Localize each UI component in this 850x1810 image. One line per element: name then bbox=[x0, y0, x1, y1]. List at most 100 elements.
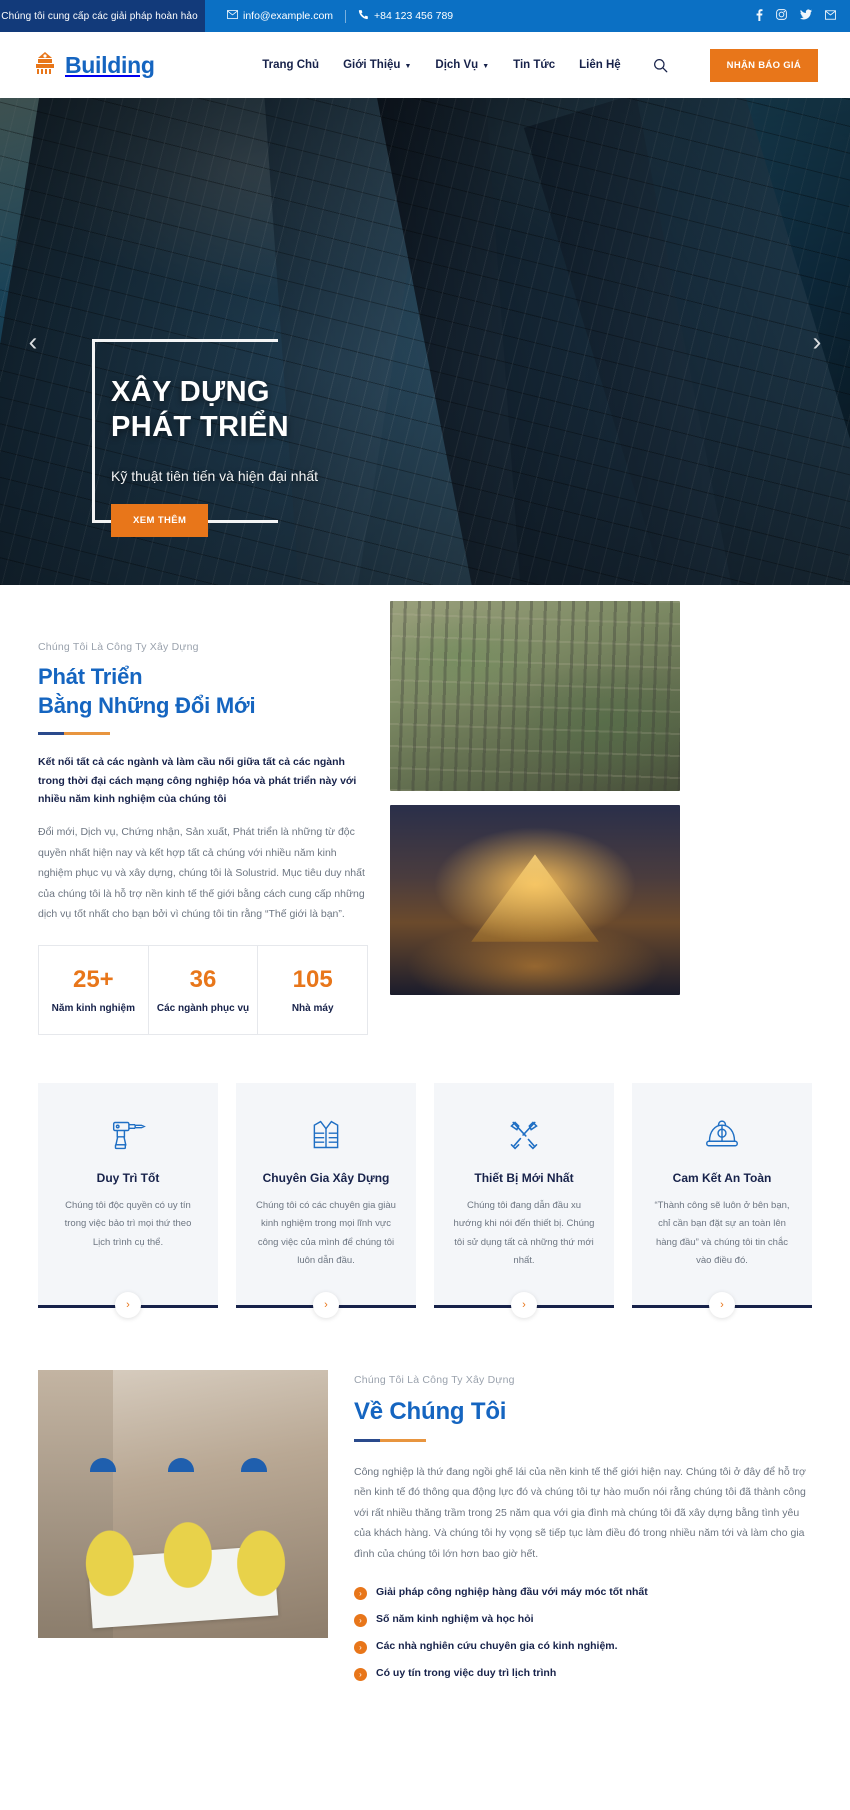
stat-label: Năm kinh nghiệm bbox=[51, 1002, 136, 1014]
get-quote-button[interactable]: NHẬN BÁO GIÁ bbox=[709, 48, 818, 82]
building-logo-icon bbox=[32, 50, 58, 81]
list-item-label: Số năm kinh nghiệm và học hỏi bbox=[376, 1613, 534, 1626]
nav-item-tin-tuc[interactable]: Tin Tức bbox=[513, 59, 555, 71]
about-us-paragraph: Công nghiệp là thứ đang ngồi ghế lái của… bbox=[354, 1465, 806, 1560]
stat-item: 25+ Năm kinh nghiệm bbox=[39, 945, 149, 1034]
hero-next-arrow-icon[interactable]: › bbox=[800, 326, 834, 357]
logo-link[interactable]: Building bbox=[32, 50, 155, 81]
top-bar-tagline: Chúng tôi cung cấp các giải pháp hoàn hả… bbox=[0, 0, 205, 32]
stats-row: 25+ Năm kinh nghiệm 36 Các ngành phục vụ… bbox=[38, 944, 368, 1035]
feature-next-arrow-icon[interactable]: › bbox=[709, 1291, 735, 1318]
stat-item: 36 Các ngành phục vụ bbox=[149, 945, 259, 1034]
title-underline bbox=[354, 1438, 812, 1442]
feature-title: Cam Kết An Toàn bbox=[672, 1170, 772, 1185]
nav-item-dich-vu[interactable]: Dịch Vụ ▼ bbox=[435, 59, 489, 71]
email-text: info@example.com bbox=[243, 10, 334, 22]
stat-item: 105 Nhà máy bbox=[258, 946, 367, 1034]
nav-item-trang-chu[interactable]: Trang Chủ bbox=[262, 59, 319, 71]
workers-blueprint-photo bbox=[38, 1369, 328, 1638]
safety-vest-icon bbox=[254, 1113, 398, 1157]
feature-title: Duy Trì Tốt bbox=[96, 1170, 160, 1185]
envelope-social-icon[interactable] bbox=[825, 9, 836, 23]
blueprint-decor bbox=[87, 1545, 278, 1629]
feature-cards: Duy Trì Tốt Chúng tôi độc quyền có uy tí… bbox=[0, 1082, 850, 1318]
top-bar-contact: info@example.com +84 123 456 789 bbox=[205, 0, 850, 32]
helmets-decor bbox=[61, 1423, 305, 1472]
instagram-icon[interactable] bbox=[776, 9, 787, 23]
site-header: Building Trang Chủ Giới Thiệu ▼ Dịch Vụ … bbox=[0, 32, 850, 98]
phone-text: +84 123 456 789 bbox=[374, 10, 454, 22]
hero-title: XÂY DỰNG PHÁT TRIỂN bbox=[111, 375, 541, 446]
about-us-text-column: Chúng Tôi Là Công Ty Xây Dựng Về Chúng T… bbox=[354, 1370, 812, 1695]
nav-label: Tin Tức bbox=[513, 59, 556, 71]
develop-paragraph: Đổi mới, Dịch vụ, Chứng nhận, Sản xuất, … bbox=[38, 826, 365, 921]
twitter-icon[interactable] bbox=[800, 9, 812, 23]
brand-name: Building bbox=[65, 51, 155, 78]
check-arrow-icon: › bbox=[354, 1614, 367, 1628]
about-us-section: Chúng Tôi Là Công Ty Xây Dựng Về Chúng T… bbox=[0, 1369, 850, 1695]
phone-icon bbox=[358, 9, 369, 23]
feature-card-thiet-bi-moi-nhat[interactable]: Thiết Bị Mới Nhất Chúng tôi đang dẫn đầu… bbox=[434, 1082, 614, 1318]
main-nav: Trang Chủ Giới Thiệu ▼ Dịch Vụ ▼ Tin Tức… bbox=[262, 48, 818, 82]
email-link[interactable]: info@example.com bbox=[227, 10, 333, 22]
feature-card-cam-ket-an-toan[interactable]: Cam Kết An Toàn “Thành công sẽ luôn ở bê… bbox=[632, 1082, 812, 1318]
nav-label: Giới Thiệu bbox=[343, 59, 401, 71]
develop-image-column bbox=[390, 601, 680, 1035]
social-links bbox=[756, 8, 836, 24]
develop-title: Phát Triển Bằng Những Đổi Mới bbox=[38, 663, 368, 720]
feature-card-duy-tri-tot[interactable]: Duy Trì Tốt Chúng tôi độc quyền có uy tí… bbox=[38, 1082, 218, 1318]
divider bbox=[345, 9, 347, 23]
stat-label: Nhà máy bbox=[291, 1002, 334, 1014]
develop-title-line-1: Phát Triển bbox=[38, 664, 143, 689]
feature-title: Thiết Bị Mới Nhất bbox=[474, 1170, 574, 1185]
top-bar: Chúng tôi cung cấp các giải pháp hoàn hả… bbox=[0, 0, 850, 32]
feature-text: “Thành công sẽ luôn ở bên bạn, chỉ cần b… bbox=[654, 1199, 790, 1267]
envelope-icon bbox=[227, 10, 238, 22]
chevron-down-icon: ▼ bbox=[404, 62, 412, 70]
feature-next-arrow-icon[interactable]: › bbox=[313, 1291, 339, 1318]
stat-number: 25+ bbox=[72, 965, 114, 993]
drill-icon bbox=[56, 1113, 200, 1157]
facebook-icon[interactable] bbox=[756, 8, 763, 24]
list-item: › Số năm kinh nghiệm và học hỏi bbox=[354, 1613, 812, 1628]
about-us-benefits-list: › Giải pháp công nghiệp hàng đầu với máy… bbox=[354, 1586, 812, 1682]
hero-prev-arrow-icon[interactable]: ‹ bbox=[16, 326, 50, 357]
industrial-plant-photo bbox=[390, 601, 680, 791]
tools-icon bbox=[452, 1113, 596, 1157]
search-icon[interactable] bbox=[653, 58, 668, 73]
louvre-pyramid-photo bbox=[390, 805, 680, 995]
feature-next-arrow-icon[interactable]: › bbox=[115, 1291, 141, 1318]
stat-number: 105 bbox=[292, 965, 333, 993]
stat-number: 36 bbox=[189, 965, 217, 993]
nav-label: Dịch Vụ bbox=[435, 59, 479, 71]
list-item-label: Có uy tín trong việc duy trì lịch trình bbox=[376, 1667, 557, 1680]
title-underline bbox=[38, 732, 368, 736]
nav-label: Liên Hệ bbox=[579, 59, 621, 71]
about-us-title: Về Chúng Tôi bbox=[354, 1397, 507, 1425]
list-item-label: Giải pháp công nghiệp hàng đầu với máy m… bbox=[376, 1586, 648, 1599]
develop-title-line-2: Bằng Những Đổi Mới bbox=[38, 692, 256, 718]
list-item: › Giải pháp công nghiệp hàng đầu với máy… bbox=[354, 1586, 812, 1601]
feature-next-arrow-icon[interactable]: › bbox=[511, 1291, 537, 1318]
develop-text-column: Chúng Tôi Là Công Ty Xây Dựng Phát Triển… bbox=[38, 641, 368, 1035]
list-item: › Có uy tín trong việc duy trì lịch trìn… bbox=[354, 1667, 812, 1682]
feature-text: Chúng tôi đang dẫn đầu xu hướng khi nói … bbox=[453, 1199, 595, 1267]
feature-title: Chuyên Gia Xây Dựng bbox=[262, 1170, 390, 1185]
list-item: › Các nhà nghiên cứu chuyên gia có kinh … bbox=[354, 1640, 812, 1655]
check-arrow-icon: › bbox=[354, 1668, 367, 1682]
hero-slider: XÂY DỰNG PHÁT TRIỂN Kỹ thuật tiên tiến v… bbox=[0, 98, 850, 585]
develop-section: Chúng Tôi Là Công Ty Xây Dựng Phát Triển… bbox=[0, 585, 850, 1035]
check-arrow-icon: › bbox=[354, 1641, 367, 1655]
nav-label: Trang Chủ bbox=[262, 59, 320, 71]
feature-card-chuyen-gia-xay-dung[interactable]: Chuyên Gia Xây Dựng Chúng tôi có các chu… bbox=[236, 1082, 416, 1318]
nav-item-gioi-thieu[interactable]: Giới Thiệu ▼ bbox=[343, 59, 411, 71]
stat-label: Các ngành phục vụ bbox=[156, 1002, 250, 1014]
chevron-down-icon: ▼ bbox=[482, 62, 490, 70]
nav-item-lien-he[interactable]: Liên Hệ bbox=[579, 59, 621, 71]
develop-eyebrow: Chúng Tôi Là Công Ty Xây Dựng bbox=[38, 641, 199, 653]
feature-text: Chúng tôi độc quyền có uy tín trong việc… bbox=[64, 1199, 192, 1248]
helmet-shield-icon bbox=[650, 1113, 794, 1157]
hero-content: XÂY DỰNG PHÁT TRIỂN Kỹ thuật tiên tiến v… bbox=[111, 375, 541, 484]
hero-cta-button[interactable]: XEM THÊM bbox=[111, 504, 209, 537]
phone-link[interactable]: +84 123 456 789 bbox=[358, 9, 453, 23]
